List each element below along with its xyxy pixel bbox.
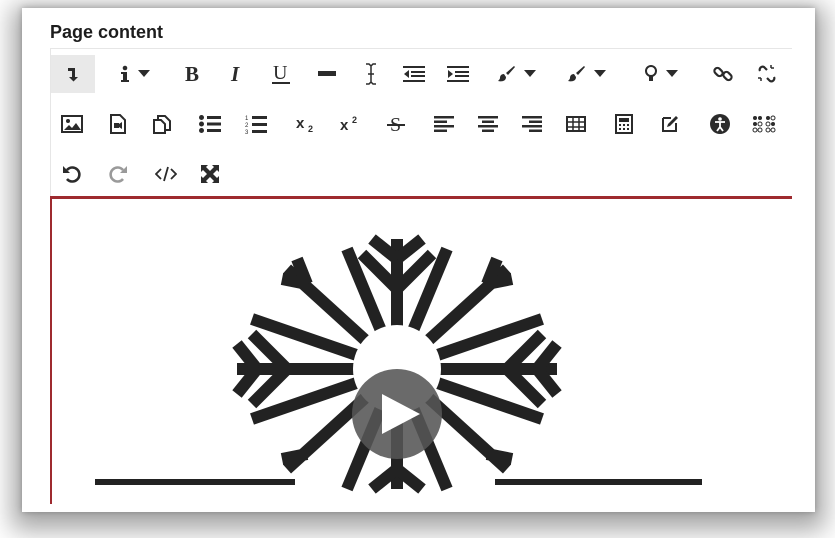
clear-formatting-button[interactable] [355,55,387,93]
info-dropdown-button[interactable] [109,55,161,93]
outdent-icon [403,66,425,82]
unlink-button[interactable] [751,55,783,93]
superscript-icon: x2 [340,115,360,133]
brush-icon [568,65,586,83]
edit-icon [660,114,680,134]
numbered-list-icon: 123 [245,114,267,134]
svg-text:U: U [273,63,288,84]
equation-editor-button[interactable] [607,105,641,143]
arrow-down-return-icon [66,66,80,82]
underline-icon: U [271,63,291,85]
svg-text:I: I [230,64,240,84]
italic-icon: I [229,64,245,84]
bold-icon: B [184,64,202,84]
numbered-list-button[interactable]: 123 [239,105,273,143]
insert-media-button[interactable] [101,105,135,143]
bullet-list-icon [199,115,221,133]
svg-text:2: 2 [308,124,313,133]
fullscreen-icon [200,164,220,184]
bold-button[interactable]: B [177,55,209,93]
play-button[interactable] [352,369,442,459]
braille-icon [752,115,776,133]
left-baseline [95,479,295,485]
align-right-icon [522,116,542,132]
horizontal-rule-button[interactable] [311,55,343,93]
undo-icon [62,164,82,184]
text-cursor-icon [365,63,377,85]
toolbar-row-3 [51,149,792,197]
italic-button[interactable]: I [221,55,253,93]
video-thumbnail[interactable] [52,199,792,504]
indent-button[interactable] [441,55,475,93]
copy-icon [152,114,172,134]
redo-button[interactable] [101,155,135,193]
lightbulb-button[interactable] [635,55,687,93]
chevron-down-icon [594,70,606,78]
strikethrough-button[interactable]: S [379,105,413,143]
toolbar-row-1: B I U [51,49,792,97]
background-color-button[interactable] [561,55,613,93]
svg-text:3: 3 [245,130,249,134]
align-center-button[interactable] [471,105,505,143]
svg-text:B: B [185,64,199,84]
svg-text:2: 2 [245,123,249,129]
paragraph-format-button[interactable] [51,55,95,93]
editor-content-area[interactable] [50,196,792,504]
accessibility-icon [710,114,730,134]
fullscreen-button[interactable] [193,155,227,193]
outdent-button[interactable] [397,55,431,93]
svg-text:1: 1 [245,116,249,122]
lightbulb-icon [644,65,658,83]
text-color-button[interactable] [491,55,543,93]
align-left-button[interactable] [427,105,461,143]
subscript-button[interactable]: x2 [289,105,323,143]
chevron-down-icon [524,70,536,78]
manage-files-button[interactable] [145,105,179,143]
link-icon [713,64,733,84]
svg-text:x: x [340,117,349,133]
chevron-down-icon [666,70,678,78]
calculator-icon [615,114,633,134]
brush-icon [498,65,516,83]
indent-icon [447,66,469,82]
table-icon [566,116,586,132]
right-baseline [495,479,702,485]
chevron-down-icon [138,70,150,78]
strikethrough-icon: S [387,114,405,134]
editor-toolbar: B I U 1 2 3 x 2 x 2 [50,48,792,199]
video-file-icon [110,114,126,134]
underline-button[interactable]: U [265,55,297,93]
svg-text:2: 2 [352,115,357,125]
align-left-icon [434,116,454,132]
insert-table-button[interactable] [559,105,593,143]
image-icon [61,115,83,133]
align-right-button[interactable] [515,105,549,143]
redo-icon [108,164,128,184]
unlink-icon [757,64,777,84]
subscript-icon: x2 [296,115,316,133]
code-icon [155,166,177,182]
edit-button[interactable] [653,105,687,143]
horizontal-rule-icon [318,71,336,77]
bullet-list-button[interactable] [193,105,227,143]
insert-image-button[interactable] [55,105,89,143]
link-button[interactable] [707,55,739,93]
page-content-panel: Page content B I U 1 2 3 x 2 x 2 [30,12,792,504]
svg-text:x: x [296,115,305,132]
page-title: Page content [50,22,164,42]
undo-button[interactable] [55,155,89,193]
accessibility-checker-button[interactable] [703,105,737,143]
braille-button[interactable] [747,105,781,143]
superscript-button[interactable]: x2 [333,105,367,143]
html-source-button[interactable] [149,155,183,193]
toolbar-row-2: 123 x2 x2 S [51,99,792,147]
align-center-icon [478,116,498,132]
info-icon [120,65,130,83]
